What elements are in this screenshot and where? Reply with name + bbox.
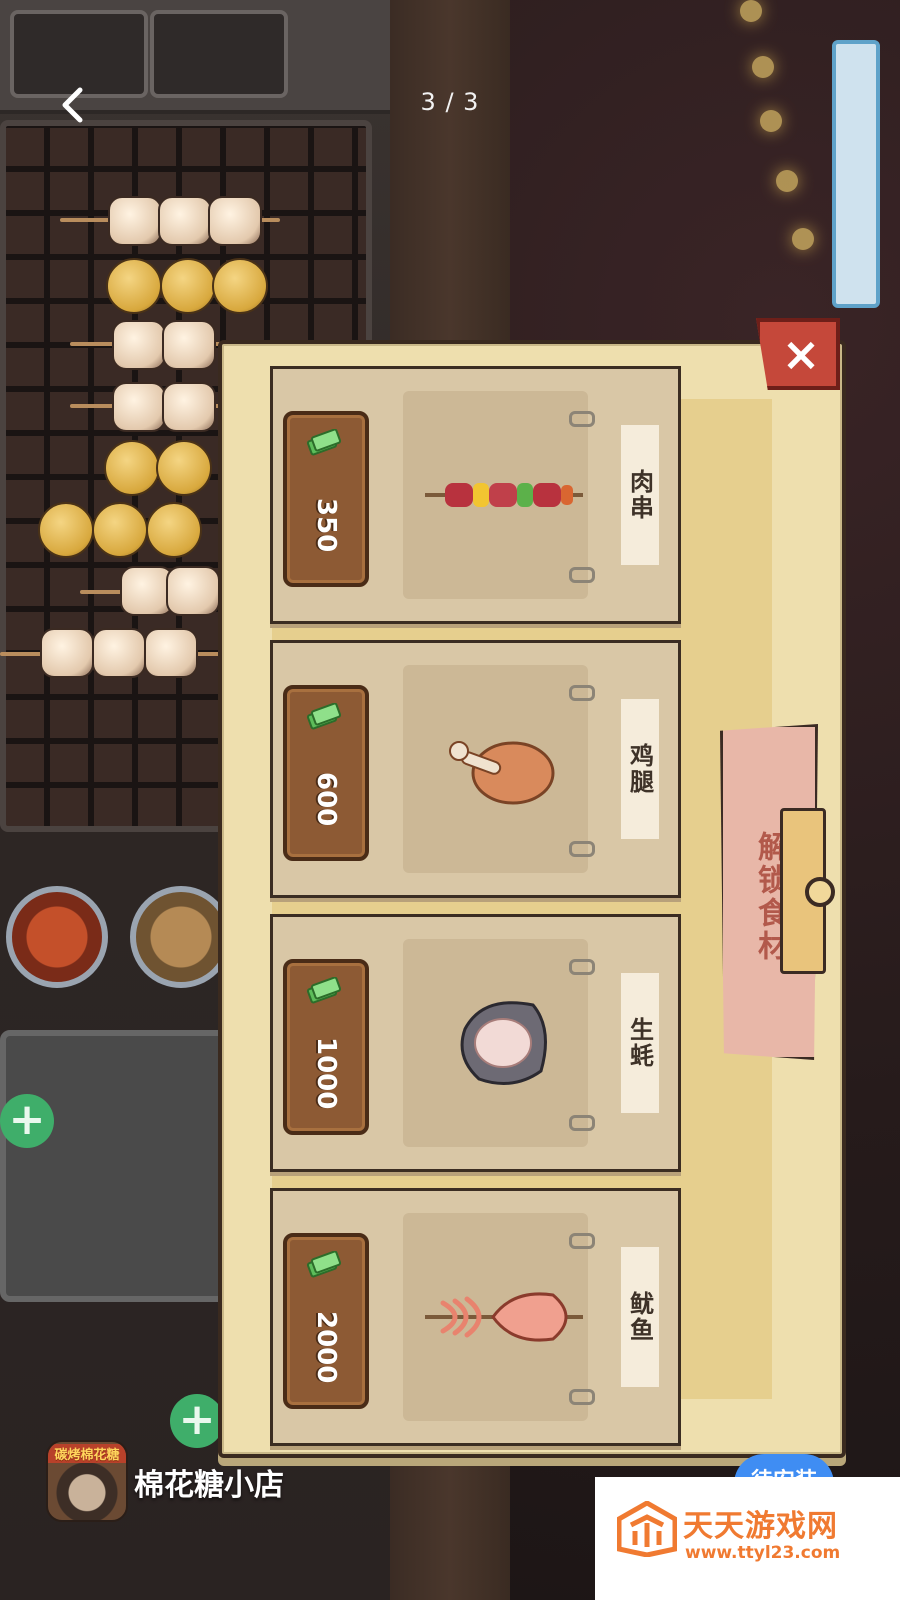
ingredient-image <box>403 1213 588 1421</box>
hanging-tab <box>780 808 835 974</box>
ball-food <box>38 502 94 558</box>
marshmallow-food <box>112 382 166 432</box>
food-tray <box>0 1030 232 1302</box>
sauce-bowl <box>6 886 108 988</box>
ingredient-name: 鱿鱼 <box>625 1291 654 1343</box>
ingredient-card: 600 鸡腿 <box>270 640 681 898</box>
app-icon[interactable]: 碳烤棉花糖 <box>46 1440 128 1522</box>
price-button[interactable]: 600 <box>283 685 369 861</box>
ingredient-name-tag: 鱿鱼 <box>621 1247 659 1387</box>
paper-clip <box>569 411 595 427</box>
meat-skewer-icon <box>425 483 583 507</box>
marshmallow-food <box>112 320 166 370</box>
marshmallow-food <box>92 628 146 678</box>
sauce-bowl <box>130 886 232 988</box>
site-name: 天天游戏网 <box>683 1509 838 1544</box>
ball-food <box>92 502 148 558</box>
ingredient-name: 肉串 <box>625 469 654 521</box>
cash-icon <box>306 429 341 456</box>
marshmallow-food <box>108 196 162 246</box>
marshmallow-food <box>208 196 262 246</box>
cash-icon <box>306 977 341 1004</box>
paper-clip <box>569 1233 595 1249</box>
ingredient-image <box>403 939 588 1147</box>
add-icon: + <box>0 1094 54 1148</box>
price-value: 600 <box>311 771 341 827</box>
squid-skewer-icon <box>425 1292 583 1342</box>
close-icon: × <box>781 327 821 381</box>
price-value: 350 <box>311 497 341 553</box>
marshmallow-food <box>40 628 94 678</box>
paper-clip <box>569 685 595 701</box>
site-logo-icon <box>617 1501 677 1557</box>
ball-food <box>212 258 268 314</box>
app-icon-text: 碳烤棉花糖 <box>48 1444 126 1463</box>
price-button[interactable]: 1000 <box>283 959 369 1135</box>
app-name: 棉花糖小店 <box>134 1468 284 1503</box>
ingredient-name-tag: 肉串 <box>621 425 659 565</box>
ball-food <box>106 258 162 314</box>
marshmallow-food <box>162 382 216 432</box>
ingredient-card: 1000 生蚝 <box>270 914 681 1172</box>
site-url: www.ttyl23.com <box>685 1543 841 1563</box>
cash-icon <box>306 703 341 730</box>
ball-food <box>156 440 212 496</box>
ingredient-name: 生蚝 <box>625 1017 654 1069</box>
paper-clip <box>569 1389 595 1405</box>
ingredient-name-tag: 生蚝 <box>621 973 659 1113</box>
marshmallow-food <box>166 566 220 616</box>
string-light <box>776 170 798 192</box>
ingredient-image <box>403 665 588 873</box>
page-counter: 3 / 3 <box>420 88 480 116</box>
ingredient-card: 350 肉串 <box>270 366 681 624</box>
string-light <box>740 0 762 22</box>
oyster-icon <box>460 1001 547 1085</box>
price-value: 1000 <box>311 1036 341 1110</box>
paper-clip <box>569 567 595 583</box>
price-button[interactable]: 2000 <box>283 1233 369 1409</box>
marshmallow-food <box>162 320 216 370</box>
ball-food <box>160 258 216 314</box>
chicken-leg-icon <box>449 741 555 805</box>
close-button[interactable]: × <box>756 318 840 390</box>
string-light <box>792 228 814 250</box>
ingredient-image <box>403 391 588 599</box>
ingredient-card: 2000 鱿鱼 <box>270 1188 681 1446</box>
price-value: 2000 <box>311 1310 341 1384</box>
ingredient-name-tag: 鸡腿 <box>621 699 659 839</box>
paper-clip <box>569 959 595 975</box>
paper-clip <box>569 841 595 857</box>
ball-food <box>146 502 202 558</box>
ingredient-name: 鸡腿 <box>625 743 654 795</box>
paper-clip <box>569 1115 595 1131</box>
marshmallow-food <box>158 196 212 246</box>
site-watermark: 天天游戏网 www.ttyl23.com <box>595 1477 900 1600</box>
cash-icon <box>306 1251 341 1278</box>
price-button[interactable]: 350 <box>283 411 369 587</box>
viewer-top-bar: 3 / 3 <box>0 60 900 150</box>
ring-icon <box>805 877 835 907</box>
ball-food <box>104 440 160 496</box>
marshmallow-food <box>144 628 198 678</box>
